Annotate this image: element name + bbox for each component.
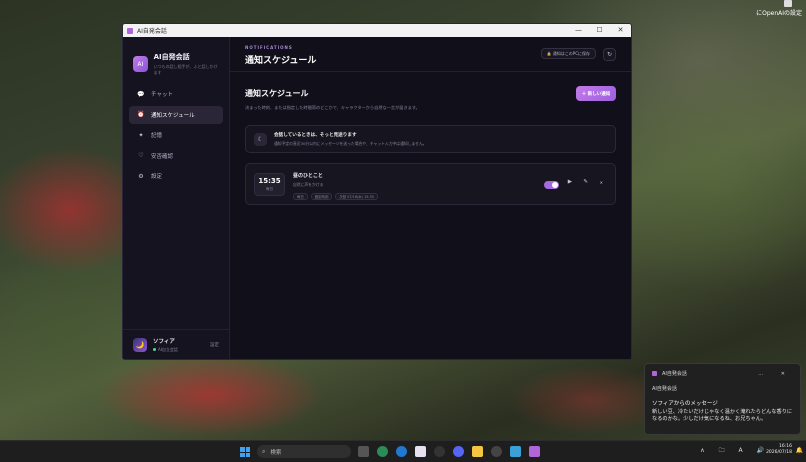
sidebar-item-label: 通知スケジュール	[151, 112, 195, 119]
desktop-shortcut-icon[interactable]	[784, 0, 792, 7]
schedule-section-header: 通知スケジュール 決まった時刻、または指定した時間帯のどこかで、キャラクターから…	[230, 72, 631, 111]
app-icon	[127, 27, 133, 34]
delete-icon[interactable]: ✕	[600, 180, 603, 185]
avatar: 🌙	[133, 337, 147, 352]
notification-toast[interactable]: AI自発会話 … ✕ AI自発会話 ソフィアからのメッセージ 新しい豆、冷たいだ…	[644, 363, 801, 435]
sidebar-item-schedule[interactable]: ⏰ 通知スケジュール	[129, 105, 223, 124]
sidebar-item-safety-check[interactable]: ♡ 安否確認	[129, 147, 223, 165]
settings-icon[interactable]	[491, 446, 502, 457]
brand: AI AI自発会話 いつもの話し相手が、ふと話しかけます	[123, 37, 229, 79]
refresh-button[interactable]: ↻	[603, 48, 616, 61]
brand-title: AI自発会話	[153, 53, 190, 61]
schedule-time-box: 15:35 毎日	[254, 173, 285, 196]
sidebar: AI AI自発会話 いつもの話し相手が、ふと話しかけます 💬 チャット ⏰ 通知…	[123, 37, 230, 359]
title-bar: AI自発会話 — ☐ ✕	[123, 24, 631, 37]
toast-sender: AI自発会話	[652, 386, 677, 392]
schedule-card[interactable]: 15:35 毎日 昼のひとこと 自然に声をかける 毎日 固定時刻 次回 07/1…	[245, 163, 616, 205]
sparkle-icon: ✦	[138, 131, 144, 139]
notice-description: 通知予定の直近30分以内にメッセージを送った場合や、チャット入力中は通知しません…	[274, 140, 427, 146]
taskbar-search[interactable]: ⌕ 検索	[257, 445, 351, 458]
close-button[interactable]: ✕	[610, 24, 631, 37]
taskbar: ⌕ 検索 ∧ 🗀 A 🔊 16:16 2026/07/18 🔔	[0, 440, 806, 462]
user-name: ソフィア	[153, 338, 175, 345]
notice-title: 会話しているときは、そっと見送ります	[274, 132, 357, 138]
add-notification-button[interactable]: ＋ 新しい通知	[576, 86, 616, 101]
toast-app-name: AI自発会話	[662, 371, 687, 377]
toggle-knob	[552, 182, 558, 188]
schedule-description: 自然に声をかける	[293, 182, 324, 187]
schedule-tag: 次回 07/18(木) 15:35	[335, 193, 378, 200]
sidebar-item-settings[interactable]: ⚙ 設定	[129, 167, 223, 185]
app-window: AI自発会話 — ☐ ✕ AI AI自発会話 いつもの話し相手が、ふと話しかけま…	[122, 23, 632, 360]
chat-icon: 💬	[137, 90, 145, 98]
user-settings-link[interactable]: 設定	[210, 342, 219, 348]
main-content: NOTIFICATIONS 通知スケジュール 🔒 通知はこのPCに保存 ↻ 通知…	[230, 37, 631, 359]
schedule-tag: 毎日	[293, 193, 308, 200]
schedule-enable-toggle[interactable]	[544, 181, 559, 189]
moon-icon: ☾	[254, 132, 267, 146]
user-status: AI自立会話	[153, 347, 178, 353]
store-icon[interactable]	[415, 446, 426, 457]
search-placeholder: 検索	[270, 449, 282, 456]
user-status-text: AI自立会話	[158, 346, 178, 352]
start-button[interactable]	[240, 447, 250, 457]
minimize-button[interactable]: —	[568, 24, 589, 37]
storage-badge: 🔒 通知はこのPCに保存	[540, 48, 596, 59]
toast-body: 新しい豆、冷たいだけじゃなく温かく淹れたらどんな香りになるのかな。少しだけ気にな…	[652, 409, 793, 423]
sidebar-item-label: 設定	[151, 174, 163, 180]
schedule-days: 毎日	[266, 187, 273, 191]
section-description: 決まった時刻、または指定した時間帯のどこかで、キャラクターから自然な一言が届きま…	[245, 105, 420, 110]
toast-controls[interactable]: … ✕	[758, 371, 793, 377]
edge-icon[interactable]	[396, 446, 407, 457]
folder-icon[interactable]	[472, 446, 483, 457]
page-header: NOTIFICATIONS 通知スケジュール 🔒 通知はこのPCに保存 ↻	[230, 37, 631, 72]
task-view-icon[interactable]	[358, 446, 369, 457]
schedule-name: 昼のひとこと	[293, 173, 323, 179]
status-dot-icon	[153, 348, 156, 351]
sidebar-item-label: 記憶	[151, 133, 163, 139]
gear-icon: ⚙	[138, 172, 144, 180]
sidebar-item-chat[interactable]: 💬 チャット	[129, 85, 223, 103]
edit-icon[interactable]: ✎	[583, 179, 588, 185]
notification-bell-icon[interactable]: 🔔	[796, 447, 803, 454]
chrome-icon[interactable]	[377, 446, 388, 457]
discord-icon[interactable]	[453, 446, 464, 457]
maximize-button[interactable]: ☐	[589, 24, 610, 37]
ai-chat-app-icon[interactable]	[529, 446, 540, 457]
clock[interactable]: 16:16 2026/07/18	[766, 444, 792, 457]
schedule-time: 15:35	[258, 177, 281, 185]
system-tray[interactable]: ∧ 🗀 A 🔊	[700, 446, 770, 456]
notepad-icon[interactable]	[510, 446, 521, 457]
toast-title: ソフィアからのメッセージ	[652, 401, 718, 407]
alarm-clock-icon: ⏰	[137, 111, 145, 118]
schedule-tag: 固定時刻	[310, 193, 333, 200]
play-icon[interactable]: ▶	[568, 179, 572, 185]
heart-icon: ♡	[138, 152, 144, 159]
window-title: AI自発会話	[137, 28, 167, 35]
desktop-shortcut-label[interactable]: にOpenAIの設定	[756, 8, 802, 17]
toast-app-icon	[652, 371, 657, 376]
sidebar-item-label: 安否確認	[151, 153, 174, 160]
section-title: 通知スケジュール	[245, 89, 309, 98]
search-icon: ⌕	[262, 447, 266, 455]
clock-date: 2026/07/18	[766, 450, 792, 456]
user-profile[interactable]: 🌙 ソフィア AI自立会話 設定	[123, 329, 229, 359]
sidebar-item-memory[interactable]: ✦ 記憶	[129, 126, 223, 144]
sidebar-item-label: チャット	[151, 92, 173, 98]
brand-subtitle: いつもの話し相手が、ふと話しかけます	[153, 64, 218, 75]
openai-icon[interactable]	[434, 446, 445, 457]
quiet-notice: ☾ 会話しているときは、そっと見送ります 通知予定の直近30分以内にメッセージを…	[245, 125, 616, 153]
sidebar-nav: 💬 チャット ⏰ 通知スケジュール ✦ 記憶 ♡ 安否確認 ⚙ 設定	[123, 85, 229, 185]
brand-logo: AI	[133, 56, 148, 72]
